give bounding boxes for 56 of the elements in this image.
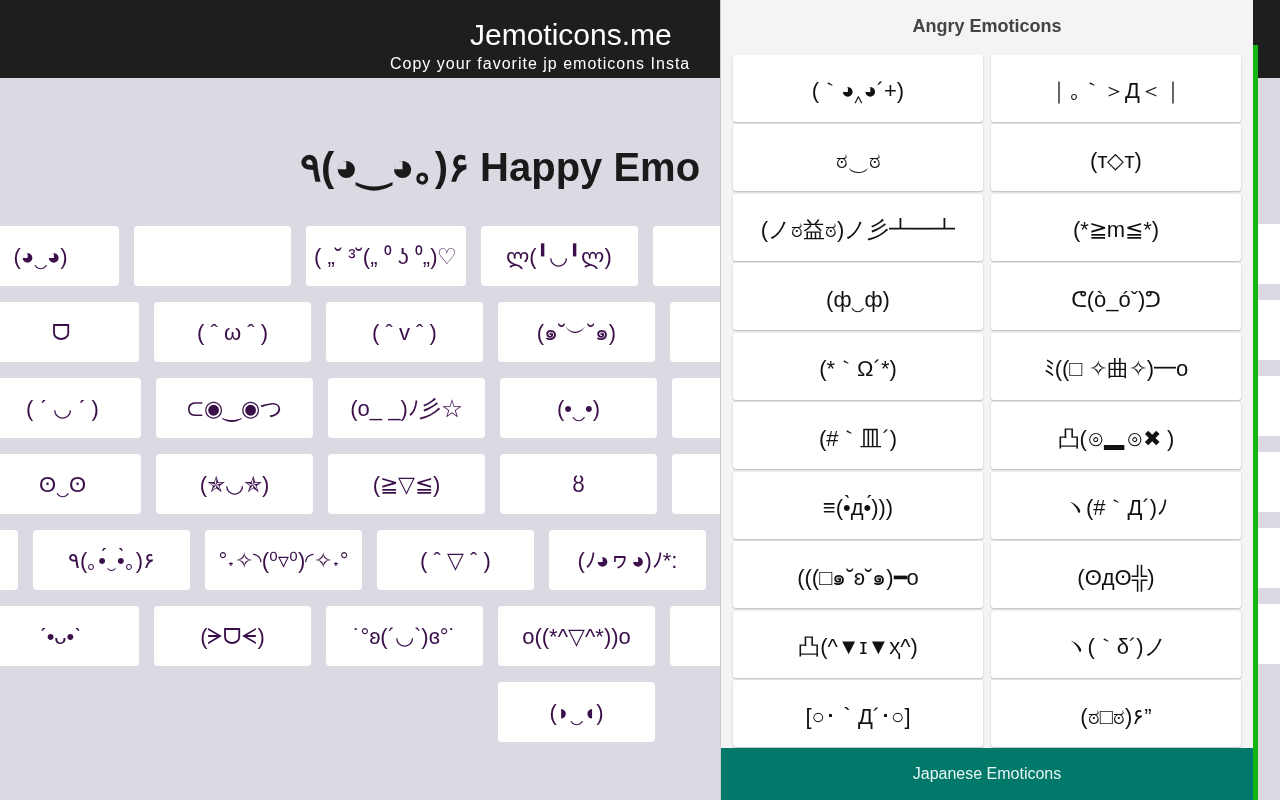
emoticon-card[interactable]: (ᗒᗜᗕ) (154, 606, 311, 666)
emoticon-card[interactable]: ٩(｡•́‿•̀｡)۶ (33, 530, 190, 590)
emoticon-card[interactable] (1258, 224, 1280, 284)
emoticon-card[interactable]: °˖✧◝(⁰▿⁰)◜✧˖° (205, 530, 362, 590)
emoticon-card[interactable] (134, 226, 291, 286)
emoticon-card[interactable] (1258, 528, 1280, 588)
emoticon-card[interactable]: (o_ _)ﾉ彡☆ (328, 378, 485, 438)
emoticon-card[interactable]: (ﾉ◕ヮ◕)ﾉ*: (549, 530, 706, 590)
emoticon-card[interactable]: (•‿•) (500, 378, 657, 438)
emoticon-card[interactable]: ( ˊ ◡ ˊ ) (0, 378, 141, 438)
emoticon-card[interactable]: [○･｀Д´･○] (733, 680, 983, 748)
emoticon-card[interactable]: (ф‿ф) (733, 263, 983, 331)
emoticon-card[interactable]: ᕦ(ò_óˇ)ᕤ (991, 263, 1241, 331)
emoticon-card[interactable]: (*≧m≦*) (991, 193, 1241, 261)
emoticon-card[interactable]: ⊂◉‿◉つ (156, 378, 313, 438)
emoticon-card[interactable]: ಠ‿ಠ (733, 124, 983, 192)
section-heading: ٩(◕‿◕｡)۶ Happy Emo (300, 144, 701, 192)
popup-title: Angry Emoticons (911, 15, 1063, 38)
emoticon-card[interactable] (1258, 452, 1280, 512)
emoticon-card[interactable]: (ᴛ◇ᴛ) (991, 124, 1241, 192)
emoticon-card[interactable]: ( ˆ ω ˆ ) (154, 302, 311, 362)
emoticon-card[interactable]: ヽ(｀δ´)ノ (991, 610, 1241, 678)
emoticon-card[interactable]: (◕‿◕) (0, 226, 119, 286)
emoticon-card[interactable]: ﾐ((□ ✧曲✧)━o (991, 332, 1241, 400)
emoticon-card[interactable]: ≡(•̀д•́))) (733, 471, 983, 539)
emoticon-card[interactable] (1258, 376, 1280, 436)
emoticon-card[interactable]: (((□๑˘ʚ˘๑)━o (733, 541, 983, 609)
emoticon-card[interactable]: ˊ•ᴗ•ˋ (0, 606, 139, 666)
emoticon-card[interactable]: ȣ (500, 454, 657, 514)
emoticon-card[interactable]: ヽ(#｀Д´)ﾉ (991, 471, 1241, 539)
emoticon-card[interactable] (1258, 604, 1280, 664)
emoticon-card[interactable]: 凸(⊙▂⊙✖ ) (991, 402, 1241, 470)
emoticon-card[interactable]: (๑˘︶˘๑) (498, 302, 655, 362)
emoticon-card[interactable]: (ノಠ益ಠ)ノ彡┻━┻ (733, 193, 983, 261)
emoticon-card[interactable]: (◗‿◖) (498, 682, 655, 742)
emoticon-card[interactable]: (ಠ□ಠ)۶” (991, 680, 1241, 748)
site-title: Jemoticons.me (470, 18, 672, 52)
emoticon-card[interactable]: ʘ‿ʘ (0, 454, 141, 514)
emoticon-card[interactable]: ｜｡｀＞Д＜｜ (991, 54, 1241, 122)
emoticon-card[interactable]: (✯◡✯) (156, 454, 313, 514)
emoticon-card[interactable]: ( ˆ v ˆ ) (326, 302, 483, 362)
emoticon-card[interactable]: (｀◕‸◕´+) (733, 54, 983, 122)
emoticon-card[interactable]: 凸(^▼ɪ▼ҳ^) (733, 610, 983, 678)
emoticon-card[interactable]: o((*^▽^*))o (498, 606, 655, 666)
emoticon-card[interactable]: ლ(╹◡╹ლ) (480, 226, 638, 286)
emoticon-card[interactable]: (#｀皿´) (733, 402, 983, 470)
emoticon-card[interactable]: ( ˆ ▽ ˆ ) (377, 530, 534, 590)
footer-link[interactable]: Japanese Emoticons (721, 748, 1253, 800)
emoticon-card[interactable]: ( „˘ ³˘(„ ⁰ ʖ ⁰„)♡ (306, 226, 466, 286)
emoticon-card[interactable] (1258, 300, 1280, 360)
emoticon-card[interactable]: ˙°ʚ(´◡`)ɞ°˙ (326, 606, 483, 666)
emoticon-card[interactable]: (≧▽≦) (328, 454, 485, 514)
emoticon-card[interactable]: ᗜ (0, 302, 139, 362)
site-tagline: Copy your favorite jp emoticons Insta (390, 54, 691, 74)
emoticon-card[interactable]: (*｀Ω´*) (733, 332, 983, 400)
emoticon-card[interactable]: (ʘдʘ╬) (991, 541, 1241, 609)
